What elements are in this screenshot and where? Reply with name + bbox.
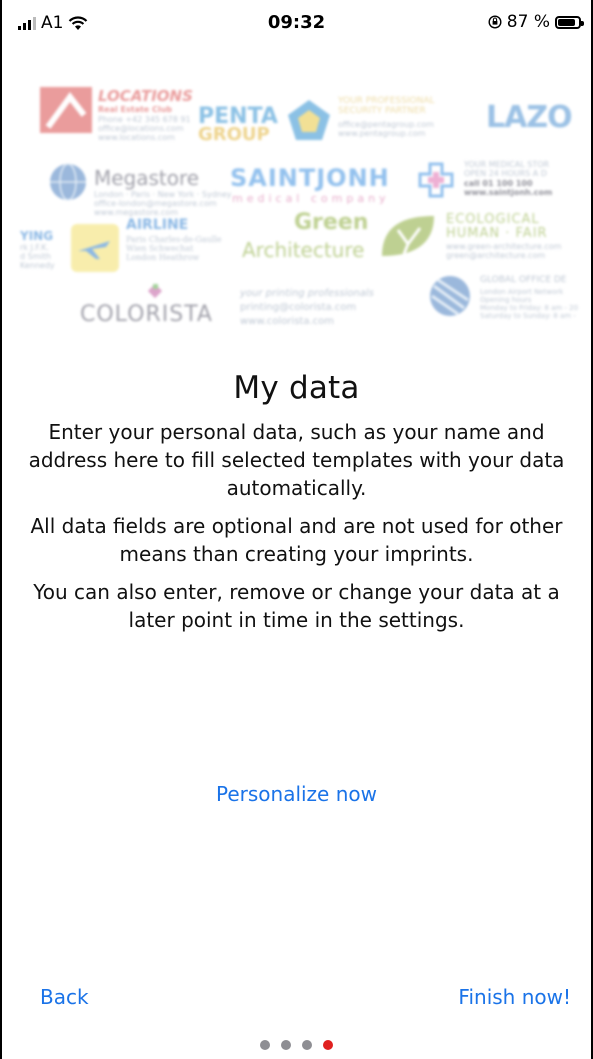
page-dot-1 (260, 1040, 270, 1050)
colorista-diamond-icon (147, 283, 163, 299)
airline-name: AIRLINE (126, 217, 189, 233)
lazo-name: LAZO (486, 100, 573, 135)
penta-tag: YOUR PROFESSIONAL SECURITY PARTNER (338, 96, 435, 116)
battery-fill (558, 18, 576, 26)
megastore-line1: London · Paris · New York · Sydney (94, 190, 232, 199)
global-sphere-icon (430, 276, 470, 316)
page-title: My data (233, 370, 360, 406)
megastore-name: Megastore (94, 166, 200, 190)
locations-mark-icon (40, 87, 92, 133)
battery-percent: 87 % (506, 12, 550, 32)
locations-line1: Phone +42 345 678 91 (98, 115, 191, 124)
globe-icon (50, 163, 86, 201)
colorista-name: COLORISTA (80, 302, 213, 327)
penta-line2: www.pentagroup.com (338, 129, 426, 138)
finish-now-button[interactable]: Finish now! (458, 985, 571, 1009)
saintjonh-line2: OPEN 24 HOURS A D (464, 169, 547, 178)
penta-line1: office@pentagroup.com (338, 120, 434, 129)
locations-sub: Real Estate Club (98, 105, 173, 114)
global-line4: Saturday to Sunday: 8 am - (480, 312, 576, 320)
intro-content: My data Enter your personal data, such a… (2, 370, 591, 634)
saintjonh-line3: call 01 100 100 (464, 179, 533, 188)
screen: A1 09:32 87 % LOCATIONS Real Estate Club… (2, 0, 591, 1059)
locations-name: LOCATIONS (98, 87, 193, 105)
leaf-icon (382, 216, 434, 256)
battery-icon (555, 15, 584, 29)
airline-line1: Paris Charles-de-Gaulle (126, 235, 222, 244)
green-tag2: HUMAN · FAIR (446, 226, 548, 241)
plane-icon (71, 224, 119, 272)
saintjonh-sub: medical company (232, 192, 390, 205)
intro-paragraph-1: Enter your personal data, such as your n… (28, 420, 565, 500)
page-indicator (2, 1040, 591, 1050)
megastore-line2: office-london@megastore.com (94, 199, 217, 208)
airline-left4: Kennedy (20, 261, 55, 270)
back-button[interactable]: Back (40, 985, 89, 1009)
penta-name2: GROUP (198, 124, 270, 145)
megastore-line3: www.megastore.com (94, 208, 178, 217)
intro-paragraph-3: You can also enter, remove or change you… (33, 580, 560, 632)
status-right: 87 % (488, 12, 584, 32)
airline-line2: Wien Schwechat (126, 244, 194, 253)
airline-left3: d Smith (20, 252, 51, 261)
page-dot-2 (281, 1040, 291, 1050)
airline-left2: rk J.F.K. (20, 243, 50, 252)
green-tag1: ECOLOGICAL (446, 212, 540, 227)
logo-collage: LOCATIONS Real Estate Club Phone +42 345… (20, 82, 578, 352)
airline-left1: YING (20, 229, 54, 243)
green-line1: www.green-architecture.com (446, 242, 562, 251)
status-bar: A1 09:32 87 % (2, 0, 591, 46)
saintjonh-line4: www.saintjonh.com (464, 188, 553, 197)
colorista-line1: your printing professionals (240, 288, 374, 299)
locations-line2: office@locations.com (98, 124, 184, 133)
saintjonh-line1: YOUR MEDICAL STOR (464, 160, 550, 169)
airline-line3: London Heathrow (126, 253, 200, 262)
global-name: GLOBAL OFFICE DE (480, 275, 567, 285)
logo-lazo: LAZO (486, 100, 573, 135)
medical-cross-icon (418, 162, 454, 198)
orientation-lock-icon (488, 15, 502, 29)
locations-line3: www.locations.com (98, 133, 175, 142)
colorista-line2: printing@colorista.com (240, 302, 357, 313)
page-dot-4 (323, 1040, 333, 1050)
personalize-now-button[interactable]: Personalize now (2, 782, 591, 806)
green-name2: Architecture (242, 238, 365, 262)
colorista-line3: www.colorista.com (240, 316, 334, 327)
green-name1: Green (294, 210, 369, 235)
saintjonh-name: SAINTJONH (230, 164, 390, 192)
penta-pentagon-icon (288, 100, 330, 140)
intro-paragraph-2: All data fields are optional and are not… (30, 514, 563, 566)
green-line2: green@architecture.com (446, 251, 546, 260)
page-dot-3 (302, 1040, 312, 1050)
